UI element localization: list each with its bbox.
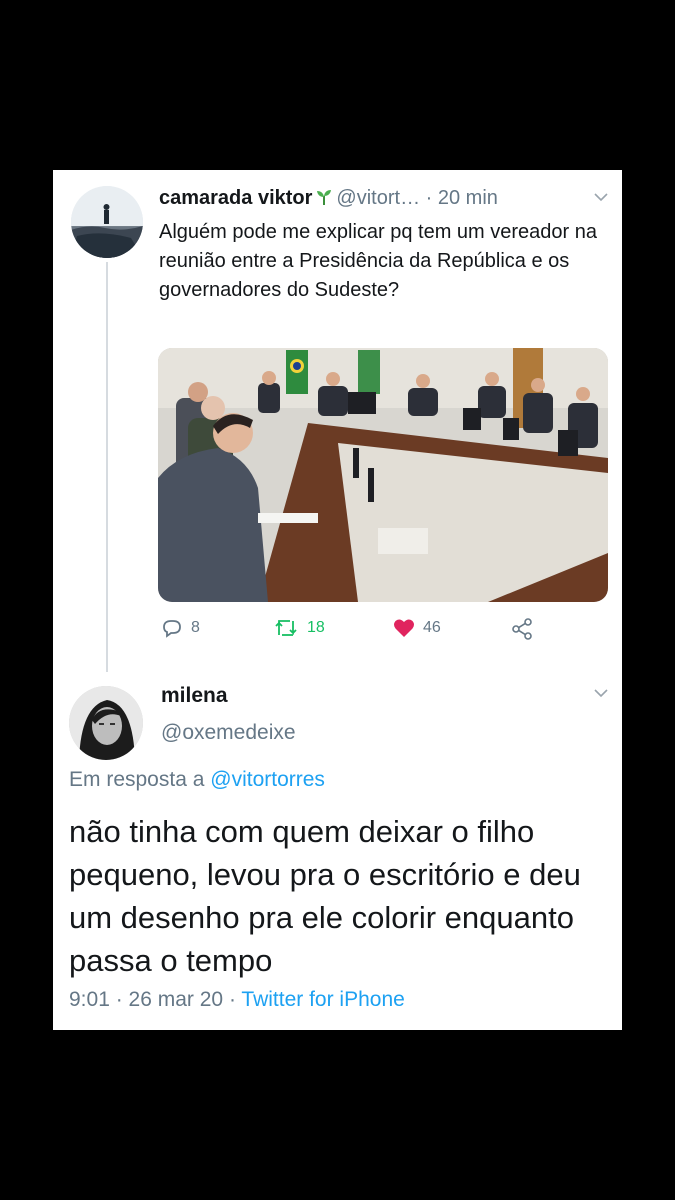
reply-time: 9:01 xyxy=(69,988,110,1011)
tweet-header: camarada viktor @vitort… · 20 min xyxy=(159,187,608,217)
share-icon xyxy=(511,618,533,640)
in-reply-to: Em resposta a @vitortorres xyxy=(69,768,325,792)
retweet-button[interactable]: 18 xyxy=(273,618,325,638)
retweet-count: 18 xyxy=(307,619,325,636)
chevron-down-icon[interactable] xyxy=(594,685,608,703)
avatar[interactable] xyxy=(69,686,143,760)
tweet-time[interactable]: · 20 min xyxy=(426,187,498,209)
heart-icon xyxy=(393,618,415,638)
chevron-down-icon[interactable] xyxy=(594,189,608,207)
reply-icon xyxy=(161,618,183,638)
author-handle[interactable]: @vitort… xyxy=(336,187,420,209)
avatar[interactable] xyxy=(71,186,143,258)
tweet-text: Alguém pode me explicar pq tem um veread… xyxy=(159,221,598,301)
reply-author-name[interactable]: milena xyxy=(161,684,228,708)
sprout-icon xyxy=(315,187,333,209)
share-button[interactable] xyxy=(511,618,533,640)
like-count: 46 xyxy=(423,619,441,636)
reply-date: 26 mar 20 xyxy=(128,988,224,1011)
tweet-actions: 8 18 46 xyxy=(161,618,541,648)
in-reply-label: Em resposta a xyxy=(69,768,205,791)
reply-author-handle[interactable]: @oxemedeixe xyxy=(161,721,296,745)
reply-count: 8 xyxy=(191,619,200,636)
author-name[interactable]: camarada viktor xyxy=(159,187,312,209)
reply-meta: 9:01 · 26 mar 20 · Twitter for iPhone xyxy=(69,988,405,1012)
retweet-icon xyxy=(273,618,299,638)
source-link[interactable]: Twitter for iPhone xyxy=(241,988,404,1011)
tweet-photo[interactable] xyxy=(158,348,608,602)
reply-text: não tinha com quem deixar o filho pequen… xyxy=(69,814,581,978)
meta-separator: · xyxy=(109,988,129,1011)
like-button[interactable]: 46 xyxy=(393,618,441,638)
tweet-screenshot-card: camarada viktor @vitort… · 20 min Alguém … xyxy=(53,170,622,1030)
thread-line xyxy=(106,262,108,672)
in-reply-handle-link[interactable]: @vitortorres xyxy=(210,768,325,791)
reply-button[interactable]: 8 xyxy=(161,618,200,638)
meta-separator: · xyxy=(223,988,242,1011)
